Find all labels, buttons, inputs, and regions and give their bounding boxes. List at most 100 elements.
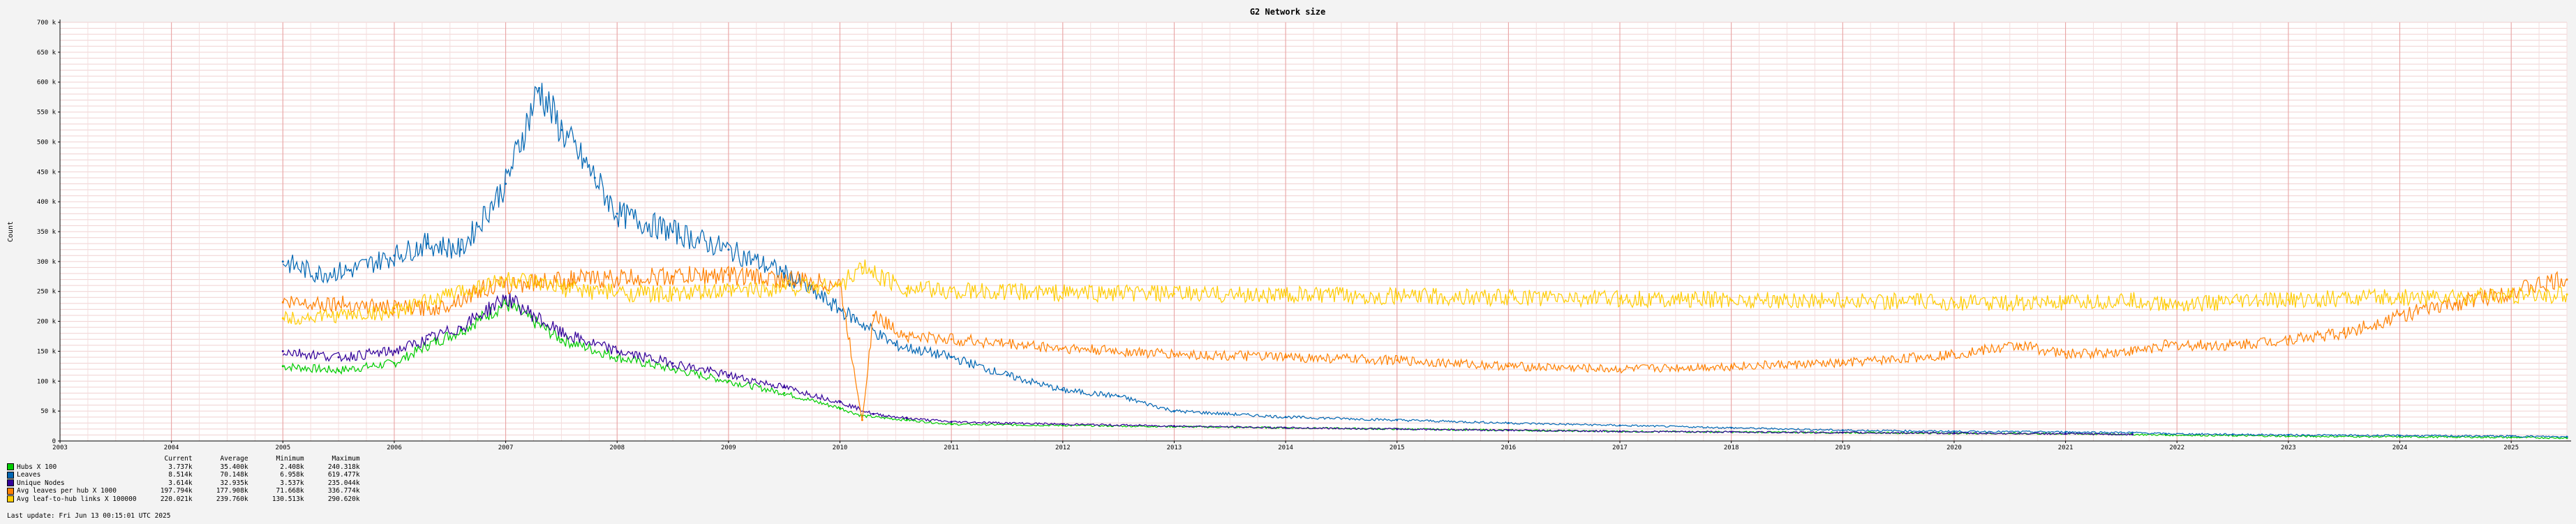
data-point [671, 275, 674, 278]
data-point [950, 356, 953, 359]
legend-swatch [7, 495, 14, 502]
data-point [337, 356, 340, 359]
legend-current: 3.614k [168, 479, 193, 487]
data-point [783, 386, 786, 389]
data-point [727, 248, 730, 251]
data-point [727, 380, 730, 382]
x-tick-label: 2017 [1612, 444, 1628, 451]
data-point [616, 277, 618, 280]
y-tick-label: 200 k [37, 319, 57, 326]
data-point [671, 230, 674, 233]
data-point [1618, 424, 1621, 427]
chart-title: G2 Network size [1250, 7, 1325, 17]
data-point [281, 260, 284, 263]
data-point [727, 374, 730, 377]
data-point [1117, 395, 1120, 398]
data-point [2131, 299, 2134, 302]
data-point [2399, 296, 2401, 299]
data-point [616, 212, 618, 215]
y-tick-label: 50 k [40, 408, 56, 415]
data-point [593, 177, 596, 179]
data-point [783, 272, 786, 275]
legend-minimum: 2.408k [280, 463, 304, 471]
data-point [1841, 299, 1844, 302]
data-point [950, 290, 953, 293]
legend-label: Avg leaf-to-hub links X 100000 [17, 495, 137, 503]
data-point [449, 293, 452, 296]
x-tick-label: 2022 [2169, 444, 2184, 451]
data-point [783, 285, 786, 288]
data-point [1507, 429, 1510, 432]
data-point [337, 314, 340, 317]
data-point [460, 326, 463, 329]
data-point [1841, 429, 1844, 432]
x-tick-label: 2025 [2503, 444, 2519, 451]
data-point [872, 314, 874, 317]
legend-minimum: 3.537k [280, 479, 304, 487]
data-point [281, 350, 284, 352]
data-point [1062, 423, 1064, 426]
data-point [1006, 374, 1008, 377]
data-point [426, 338, 429, 340]
data-point [2399, 314, 2401, 317]
data-point [2231, 433, 2234, 436]
x-tick-label: 2013 [1167, 444, 1182, 451]
data-point [1618, 297, 1621, 300]
x-tick-label: 2016 [1501, 444, 1517, 451]
data-point [2064, 353, 2067, 356]
data-point [905, 417, 908, 419]
data-point [2287, 299, 2290, 301]
legend-swatch [7, 479, 14, 486]
data-point [1730, 365, 1733, 368]
data-point [1841, 362, 1844, 365]
legend-average: 35.400k [220, 463, 248, 471]
data-point [460, 329, 463, 331]
data-point [2510, 295, 2512, 298]
data-point [2287, 338, 2290, 340]
x-tick-label: 2008 [609, 444, 625, 451]
data-point [1730, 426, 1733, 429]
data-point [2231, 301, 2234, 304]
legend-average: 177.908k [216, 487, 248, 495]
data-point [1730, 431, 1733, 433]
data-point [281, 365, 284, 368]
data-point [1730, 299, 1733, 301]
data-point [2131, 350, 2134, 352]
x-tick-label: 2021 [2058, 444, 2074, 451]
data-point [426, 242, 429, 245]
data-point [1284, 416, 1287, 419]
legend-header-row: Current Average Minimum Maximum [7, 455, 367, 463]
data-point [571, 278, 574, 281]
y-tick-label: 150 k [37, 348, 57, 355]
x-tick-label: 2010 [833, 444, 848, 451]
x-tick-label: 2018 [1724, 444, 1739, 451]
data-point [950, 423, 953, 426]
legend-header-average: Average [220, 455, 248, 463]
legend-minimum: 6.958k [280, 471, 304, 479]
data-point [2020, 344, 2023, 347]
data-point [1172, 425, 1175, 428]
y-axis-label: Count [7, 221, 15, 242]
y-tick-label: 250 k [37, 289, 57, 296]
data-point [2399, 434, 2401, 437]
data-point [348, 269, 351, 272]
last-update: Last update: Fri Jun 13 00:15:01 UTC 202… [7, 512, 171, 520]
data-point [438, 307, 440, 310]
x-tick-label: 2005 [275, 444, 290, 451]
data-point [2566, 293, 2568, 296]
legend-average: 239.760k [216, 495, 248, 503]
data-point [1841, 431, 1844, 434]
data-point [393, 254, 396, 257]
data-point [2566, 278, 2568, 281]
data-point [950, 421, 953, 424]
data-point [505, 278, 507, 281]
data-point [1507, 365, 1510, 368]
legend-header-minimum: Minimum [276, 455, 304, 463]
legend-swatch [7, 471, 14, 479]
data-point [839, 407, 841, 410]
legend-current: 220.021k [160, 495, 193, 503]
y-tick-label: 650 k [37, 50, 57, 57]
data-point [905, 335, 908, 338]
legend-average: 32.935k [220, 479, 248, 487]
legend-header-maximum: Maximum [332, 455, 360, 463]
